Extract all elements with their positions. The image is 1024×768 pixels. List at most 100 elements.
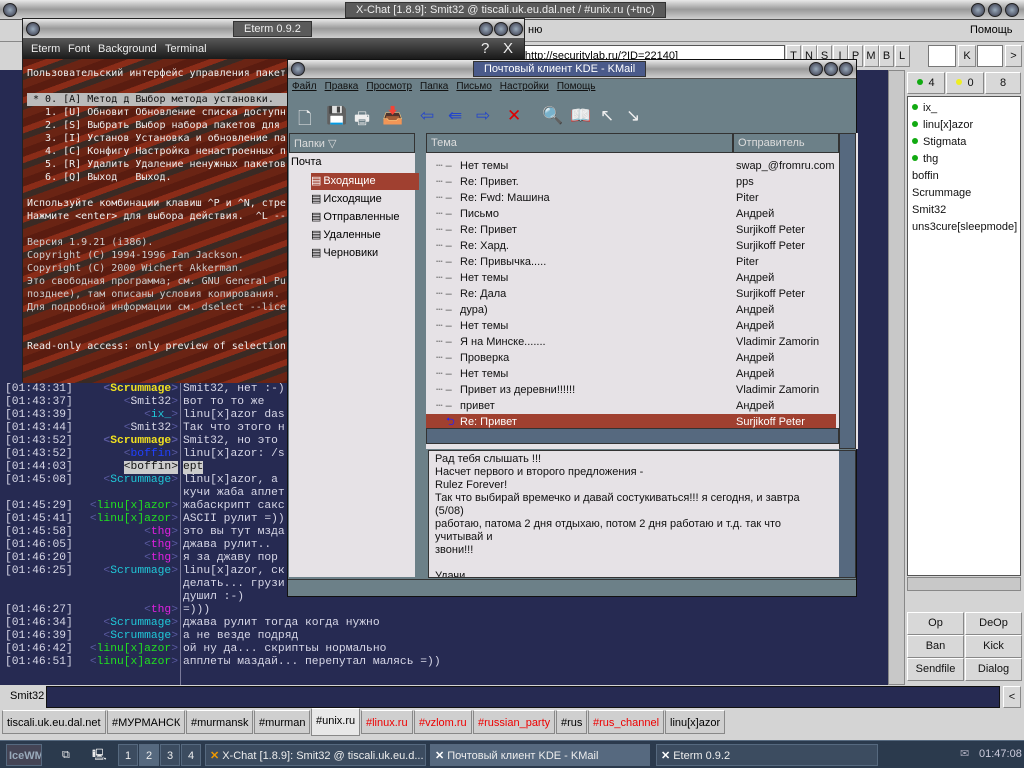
nick[interactable]: <linu[x]azor> xyxy=(90,500,178,513)
nick[interactable]: <Scrummage> xyxy=(103,630,178,643)
next-icon[interactable]: ↘ xyxy=(626,106,640,126)
key-input[interactable] xyxy=(977,45,1003,67)
channel-tab[interactable]: #murman xyxy=(254,710,311,734)
message-row[interactable]: ┄ – Re: Привет. pps xyxy=(426,174,836,190)
message-row[interactable]: ┄ – Re: Дала Surjikoff Peter xyxy=(426,286,836,302)
task-button[interactable]: ✕ X-Chat [1.8.9]: Smit32 @ tiscali.uk.eu.… xyxy=(205,744,426,766)
nick-label[interactable]: Smit32 xyxy=(10,690,44,702)
previous-icon[interactable]: ↖ xyxy=(600,106,614,126)
kmail-menu-item[interactable]: Просмотр xyxy=(366,81,412,92)
chat-scrollbar[interactable] xyxy=(888,70,905,685)
message-list-vscroll[interactable] xyxy=(839,133,856,449)
user-item[interactable]: thg xyxy=(912,151,938,168)
print-icon[interactable]: 🖶 xyxy=(354,106,370,135)
nick[interactable]: <Scrummage> xyxy=(103,435,178,448)
folder-sent[interactable]: ▤ Отправленные xyxy=(311,209,400,226)
message-row[interactable]: ┄ – Проверка Андрей xyxy=(426,350,836,366)
key-button[interactable]: K xyxy=(958,45,976,67)
nick[interactable]: <Scrummage> xyxy=(103,383,178,396)
nick[interactable]: <boffin> xyxy=(123,461,178,474)
message-row[interactable]: ┄ – Re: Привет Surjikoff Peter xyxy=(426,222,836,238)
menu-partial[interactable]: ню xyxy=(528,24,542,36)
kmail-menu-item[interactable]: Письмо xyxy=(456,81,491,92)
message-row[interactable]: ┄ – Нет темы Андрей xyxy=(426,366,836,382)
kmail-menu-item[interactable]: Файл xyxy=(292,81,317,92)
user-list[interactable]: ix_ linu[x]azor Stigmata thg boffin Scrummage… xyxy=(907,96,1021,576)
workspace-2[interactable]: 2 xyxy=(139,744,159,766)
user-item[interactable]: linu[x]azor xyxy=(912,117,973,134)
help-button[interactable]: ? xyxy=(481,39,489,59)
user-item[interactable]: uns3cure[sleepmode] xyxy=(912,219,1017,236)
message-row[interactable]: ┄ – Я на Минске....... Vladimir Zamorin xyxy=(426,334,836,350)
maximize-button[interactable] xyxy=(988,3,1002,17)
kmail-menu-item[interactable]: Помощь xyxy=(557,81,596,92)
folder-inbox[interactable]: ▤ Входящие xyxy=(311,173,419,190)
nick[interactable]: <Scrummage> xyxy=(103,565,178,578)
new-message-icon[interactable]: 🗋 xyxy=(298,106,312,135)
nick[interactable]: <thg> xyxy=(144,604,178,617)
kmail-menu-item[interactable]: Настройки xyxy=(500,81,549,92)
nick[interactable]: <ix_> xyxy=(144,409,178,422)
kmail-menu-item[interactable]: Папка xyxy=(420,81,448,92)
eterm-titlebar[interactable]: Eterm 0.9.2 xyxy=(23,19,524,39)
message-row[interactable]: ┄ – Re: Fwd: Машина Piter xyxy=(426,190,836,206)
window-menu-button[interactable] xyxy=(26,22,40,36)
mode-button-l[interactable]: L xyxy=(894,45,910,67)
nick[interactable]: <Scrummage> xyxy=(103,617,178,630)
nick[interactable]: <linu[x]azor> xyxy=(90,513,178,526)
window-menu-button[interactable] xyxy=(3,3,17,17)
nick[interactable]: <thg> xyxy=(144,552,178,565)
eterm-menu-terminal[interactable]: Terminal xyxy=(165,39,207,59)
menu-help[interactable]: Помощь xyxy=(970,24,1013,36)
workspace-3[interactable]: 3 xyxy=(160,744,180,766)
workspace-1[interactable]: 1 xyxy=(118,744,138,766)
message-row[interactable]: ┄ – Re: Хард. Surjikoff Peter xyxy=(426,238,836,254)
nick[interactable]: <thg> xyxy=(144,539,178,552)
close-button[interactable] xyxy=(509,22,523,36)
col-subject-header[interactable]: Тема xyxy=(426,133,733,153)
sendfile-button[interactable]: Sendfile xyxy=(907,658,964,681)
message-row[interactable]: ┄ – Письмо Андрей xyxy=(426,206,836,222)
nick[interactable]: <linu[x]azor> xyxy=(90,643,178,656)
channel-tab[interactable]: #rus xyxy=(556,710,588,734)
toggle-userlist-button[interactable]: > xyxy=(1005,45,1022,67)
task-button[interactable]: ✕ Eterm 0.9.2 xyxy=(656,744,878,766)
channel-tab[interactable]: #rus_channel xyxy=(588,710,665,734)
mode-button-m[interactable]: M xyxy=(863,45,879,67)
message-row[interactable]: ┄ – Привет из деревни!!!!!! Vladimir Zamor… xyxy=(426,382,836,398)
kmail-titlebar[interactable]: Почтовый клиент KDE - KMail xyxy=(288,60,856,79)
minimize-button[interactable] xyxy=(809,62,823,76)
message-row[interactable]: ┄ – дура) Андрей xyxy=(426,302,836,318)
message-preview[interactable]: Рад тебя слышать !!! Насчет первого и вто… xyxy=(428,450,856,578)
eterm-menu-background[interactable]: Background xyxy=(98,39,157,59)
start-button[interactable]: IceWM xyxy=(6,744,42,766)
message-list[interactable]: Тема Отправитель ┄ – Нет темы swap_@fromru… xyxy=(426,133,858,449)
channel-tab[interactable]: #murmansk xyxy=(186,710,254,734)
nick[interactable]: <boffin> xyxy=(124,448,178,461)
terminal-launcher-icon[interactable]: 🖳 xyxy=(88,744,110,766)
mode-button-b[interactable]: B xyxy=(879,45,894,67)
ban-button[interactable]: Ban xyxy=(907,635,964,658)
minimize-button[interactable] xyxy=(971,3,985,17)
message-row[interactable]: ┄ – Re: Привычка..... Piter xyxy=(426,254,836,270)
close-button[interactable] xyxy=(839,62,853,76)
op-button[interactable]: Op xyxy=(907,612,964,635)
eterm-menu-font[interactable]: Font xyxy=(68,39,90,59)
save-icon[interactable]: 💾 xyxy=(326,106,347,126)
forward-icon[interactable]: ⇨ xyxy=(476,106,490,126)
userlist-hscroll[interactable] xyxy=(907,577,1021,591)
window-list-icon[interactable]: ⧉ xyxy=(58,744,78,766)
kick-button[interactable]: Kick xyxy=(965,635,1022,658)
channel-tab[interactable]: #unix.ru xyxy=(311,708,361,736)
close-button[interactable] xyxy=(1005,3,1019,17)
nick[interactable]: <Smit32> xyxy=(124,422,178,435)
mail-tray-icon[interactable]: ✉ xyxy=(960,747,969,760)
collapse-button[interactable]: < xyxy=(1003,686,1021,708)
limit-input[interactable] xyxy=(928,45,956,67)
message-row[interactable]: ┄ – Нет темы Андрей xyxy=(426,270,836,286)
xchat-titlebar[interactable]: X-Chat [1.8.9]: Smit32 @ tiscali.uk.eu.d… xyxy=(0,0,1024,20)
message-row[interactable]: ┄ – Нет темы Андрей xyxy=(426,318,836,334)
nick[interactable]: <linu[x]azor> xyxy=(90,656,178,669)
message-input[interactable] xyxy=(46,686,1000,708)
preview-scrollbar[interactable] xyxy=(839,451,855,577)
